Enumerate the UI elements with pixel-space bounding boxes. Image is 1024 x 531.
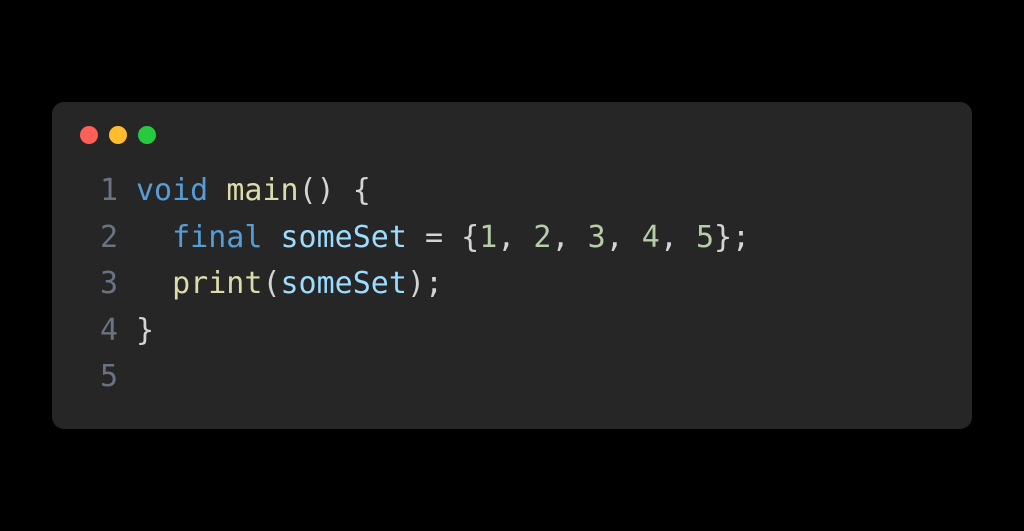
- code-area: 1void main() {2 final someSet = {1, 2, 3…: [80, 168, 944, 401]
- window-controls: [80, 126, 944, 144]
- token-space: [407, 215, 425, 262]
- line-number: 1: [80, 168, 118, 215]
- token-number: 5: [696, 215, 714, 262]
- token-ident: someSet: [281, 215, 407, 262]
- token-punct: ,: [497, 215, 533, 262]
- token-number: 4: [642, 215, 660, 262]
- maximize-icon[interactable]: [138, 126, 156, 144]
- token-punct: ,: [606, 215, 642, 262]
- token-punct: ,: [660, 215, 696, 262]
- code-window: 1void main() {2 final someSet = {1, 2, 3…: [52, 102, 972, 429]
- code-line: 5: [80, 354, 944, 401]
- token-punct: (: [262, 261, 280, 308]
- token-space: [136, 261, 172, 308]
- token-space: [208, 168, 226, 215]
- line-number: 4: [80, 308, 118, 355]
- token-func: main: [226, 168, 298, 215]
- code-line: 1 void main() {: [80, 168, 944, 215]
- token-space: [262, 215, 280, 262]
- token-number: 3: [588, 215, 606, 262]
- token-punct: );: [407, 261, 443, 308]
- line-number: 2: [80, 215, 118, 262]
- line-content: print(someSet);: [136, 261, 443, 308]
- token-space: [443, 215, 461, 262]
- token-punct: }: [136, 308, 154, 355]
- token-number: 1: [479, 215, 497, 262]
- token-keyword: void: [136, 168, 208, 215]
- token-punct: =: [425, 215, 443, 262]
- code-line: 3 print(someSet);: [80, 261, 944, 308]
- token-number: 2: [533, 215, 551, 262]
- code-line: 2 final someSet = {1, 2, 3, 4, 5};: [80, 215, 944, 262]
- token-keyword: final: [172, 215, 262, 262]
- token-func: print: [172, 261, 262, 308]
- line-content: final someSet = {1, 2, 3, 4, 5};: [136, 215, 750, 262]
- token-punct: () {: [299, 168, 371, 215]
- code-line: 4}: [80, 308, 944, 355]
- token-punct: {: [461, 215, 479, 262]
- line-content: }: [136, 308, 154, 355]
- line-number: 3: [80, 261, 118, 308]
- line-number: 5: [80, 354, 118, 401]
- line-content: void main() {: [136, 168, 371, 215]
- minimize-icon[interactable]: [109, 126, 127, 144]
- token-punct: ,: [551, 215, 587, 262]
- close-icon[interactable]: [80, 126, 98, 144]
- token-punct: };: [714, 215, 750, 262]
- token-space: [136, 215, 172, 262]
- token-ident: someSet: [281, 261, 407, 308]
